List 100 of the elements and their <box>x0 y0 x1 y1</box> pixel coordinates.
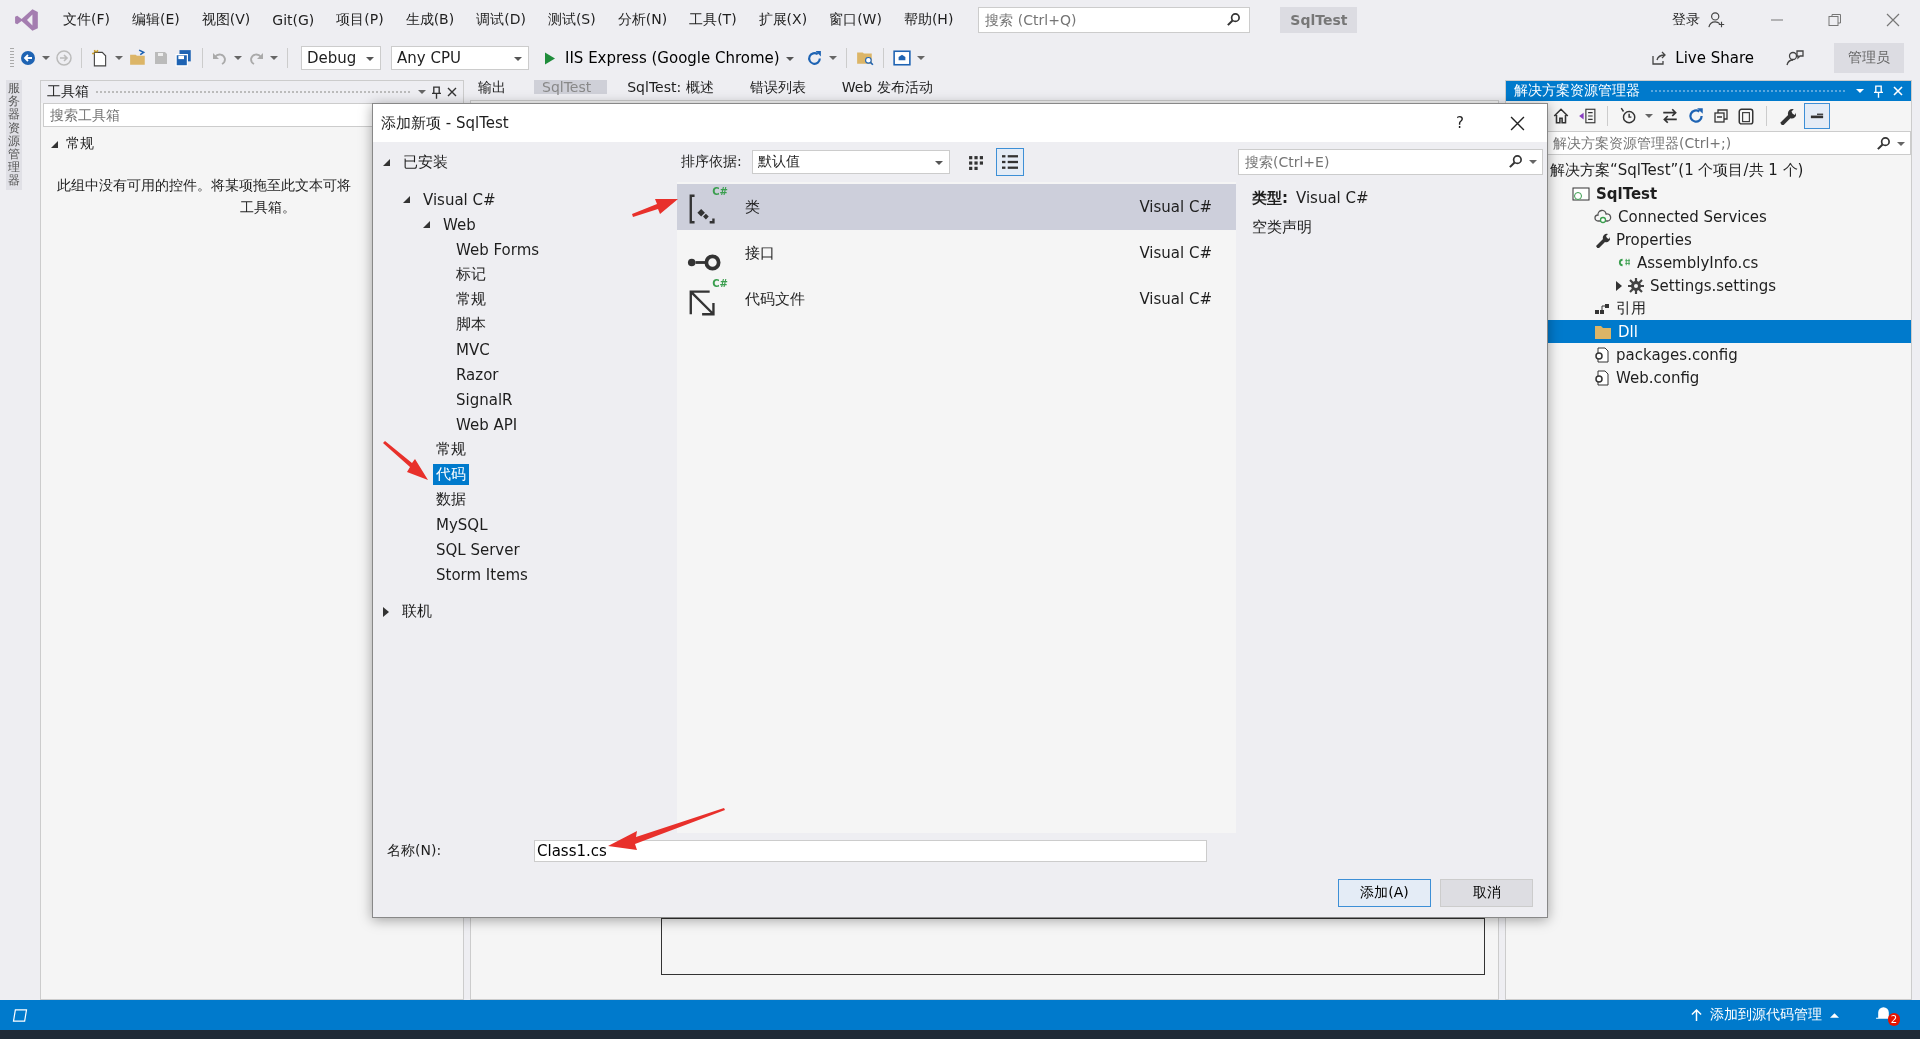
cancel-button[interactable]: 取消 <box>1440 879 1533 907</box>
menu-item[interactable]: 测试(S) <box>536 11 607 29</box>
live-share-button[interactable]: Live Share <box>1645 48 1760 68</box>
category-item[interactable]: Web API <box>453 414 521 435</box>
category-item[interactable]: 常规 <box>433 439 469 460</box>
restore-icon[interactable] <box>1828 13 1842 27</box>
category-item[interactable]: Visual C# <box>420 189 499 210</box>
preview-toggle[interactable] <box>1804 103 1830 129</box>
help-button[interactable]: ? <box>1456 114 1464 132</box>
feedback-icon[interactable] <box>1786 49 1804 67</box>
add-button[interactable]: 添加(A) <box>1338 879 1431 907</box>
menu-item[interactable]: 生成(B) <box>394 11 466 29</box>
tree-item[interactable]: Properties <box>1506 228 1911 251</box>
caret-icon[interactable] <box>1897 142 1905 146</box>
category-item[interactable]: SignalR <box>453 389 516 410</box>
sync-icon[interactable] <box>1661 107 1679 125</box>
expand-arrow-icon[interactable] <box>383 159 390 166</box>
sort-dropdown[interactable]: 默认值 <box>751 150 950 174</box>
category-item[interactable]: 联机 <box>399 601 435 622</box>
menu-item[interactable]: 调试(D) <box>465 11 537 29</box>
document-tab[interactable]: SqlTest: 概述 <box>619 80 730 94</box>
document-tab[interactable]: Web 发布活动 <box>833 80 949 94</box>
tree-item[interactable]: AssemblyInfo.cs <box>1506 251 1911 274</box>
side-panel-tab[interactable]: 服务器资源管理器 <box>6 80 22 190</box>
menu-item[interactable]: 工具(T) <box>678 11 748 29</box>
category-item[interactable]: 标记 <box>453 264 489 285</box>
search-field[interactable]: 搜索 (Ctrl+Q) <box>978 7 1251 33</box>
category-item[interactable]: Web Forms <box>453 239 543 260</box>
category-item[interactable]: 数据 <box>433 489 469 510</box>
tree-item[interactable]: SqlTest <box>1506 182 1911 205</box>
refresh-icon[interactable] <box>805 49 823 67</box>
category-item[interactable]: 代码 <box>433 464 469 485</box>
list-view-button[interactable] <box>995 148 1024 176</box>
document-tab[interactable]: 输出 <box>470 80 522 94</box>
document-tab[interactable]: 错误列表 <box>741 80 822 94</box>
category-item[interactable]: Web <box>440 214 479 235</box>
template-item[interactable]: C# 代码文件 Visual C# <box>677 276 1236 322</box>
caret-icon[interactable] <box>115 56 123 60</box>
tree-item[interactable]: packages.config <box>1506 343 1911 366</box>
template-item[interactable]: 接口 Visual C# <box>677 230 1236 276</box>
copy-icon[interactable] <box>1737 107 1755 125</box>
configuration-dropdown[interactable]: Debug <box>301 46 381 70</box>
close-icon[interactable] <box>1510 115 1525 131</box>
menu-item[interactable]: 项目(P) <box>325 11 395 29</box>
new-item-icon[interactable] <box>91 49 109 67</box>
switch-views-icon[interactable] <box>1578 107 1596 125</box>
menu-item[interactable]: 文件(F) <box>52 11 121 29</box>
category-item[interactable]: 常规 <box>453 289 489 310</box>
menu-item[interactable]: 分析(N) <box>606 11 679 29</box>
caret-up-icon[interactable] <box>1830 1012 1839 1018</box>
home-icon[interactable] <box>1552 107 1570 125</box>
caret-icon[interactable] <box>828 56 837 60</box>
tree-item[interactable]: 引用 <box>1506 297 1911 320</box>
admin-button[interactable]: 管理员 <box>1834 43 1904 73</box>
add-user-icon[interactable] <box>1708 11 1726 29</box>
wrench-icon[interactable] <box>1778 107 1796 125</box>
group-label[interactable]: 常规 <box>66 135 94 153</box>
history-icon[interactable] <box>1619 107 1637 125</box>
platform-dropdown[interactable]: Any CPU <box>391 46 529 70</box>
expand-arrow-icon[interactable] <box>383 606 389 617</box>
folder-search-icon[interactable] <box>855 49 874 67</box>
caret-icon[interactable] <box>234 56 242 60</box>
expand-arrow-icon[interactable] <box>403 196 410 203</box>
category-item[interactable]: 已安装 <box>400 152 451 173</box>
category-item[interactable]: MVC <box>453 339 493 360</box>
collapse-all-icon[interactable] <box>1713 108 1729 124</box>
browser-icon[interactable] <box>892 49 911 67</box>
name-field[interactable]: Class1.cs <box>534 840 1207 862</box>
caret-icon[interactable] <box>270 56 278 60</box>
tree-item[interactable]: Settings.settings <box>1506 274 1911 297</box>
expand-arrow-icon[interactable] <box>1616 280 1622 291</box>
search-field[interactable]: 搜索(Ctrl+E) <box>1238 149 1543 175</box>
menu-item[interactable]: 视图(V) <box>190 11 262 29</box>
category-item[interactable]: 脚本 <box>453 314 489 335</box>
expand-arrow-icon[interactable] <box>51 140 58 148</box>
pin-icon[interactable] <box>432 85 441 99</box>
template-item[interactable]: C# 类 Visual C# <box>677 184 1236 230</box>
caret-icon[interactable] <box>1645 114 1653 118</box>
sign-in-link[interactable]: 登录 <box>1672 11 1700 29</box>
caret-icon[interactable] <box>916 56 925 60</box>
source-control-button[interactable]: 添加到源代码管理 <box>1710 1006 1822 1024</box>
category-item[interactable]: MySQL <box>433 514 491 535</box>
menu-item[interactable]: 扩展(X) <box>747 11 819 29</box>
category-item[interactable]: Razor <box>453 364 502 385</box>
expand-arrow-icon[interactable] <box>423 221 430 228</box>
save-all-icon[interactable] <box>175 49 193 67</box>
category-item[interactable]: Storm Items <box>433 564 531 585</box>
menu-item[interactable]: 编辑(E) <box>121 11 191 29</box>
tree-item[interactable]: Connected Services <box>1506 205 1911 228</box>
close-icon[interactable] <box>447 87 457 97</box>
refresh-icon[interactable] <box>1687 107 1705 125</box>
menu-item[interactable]: 帮助(H) <box>892 11 965 29</box>
menu-item[interactable]: 窗口(W) <box>818 11 893 29</box>
category-item[interactable]: SQL Server <box>433 539 523 560</box>
back-icon[interactable] <box>20 50 36 66</box>
caret-icon[interactable] <box>418 90 426 94</box>
run-button[interactable]: IIS Express (Google Chrome) <box>535 49 800 67</box>
notifications-button[interactable]: 2 <box>1875 1004 1900 1026</box>
caret-icon[interactable] <box>42 56 50 60</box>
search-field[interactable]: 解决方案资源管理器(Ctrl+;) <box>1546 131 1911 155</box>
